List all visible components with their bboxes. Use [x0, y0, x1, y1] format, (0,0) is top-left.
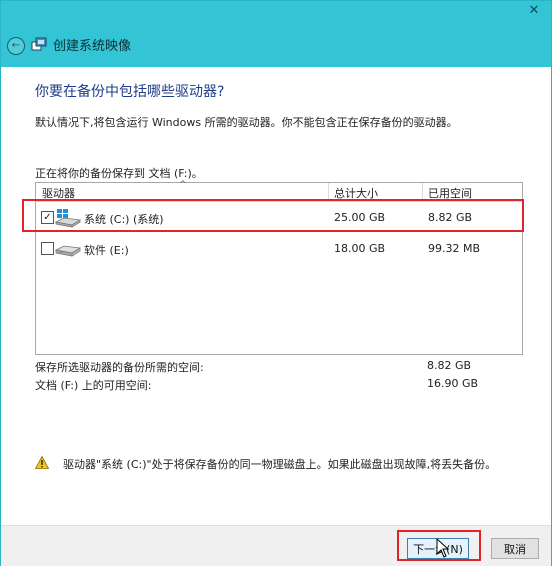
drive-total-size: 18.00 GB	[334, 242, 386, 255]
close-button[interactable]: ✕	[521, 1, 547, 21]
mouse-cursor-icon	[436, 538, 450, 558]
page-description: 默认情况下,将包含运行 Windows 所需的驱动器。你不能包含正在保存备份的驱…	[35, 116, 458, 129]
back-button[interactable]: ←	[7, 37, 25, 55]
required-space-label: 保存所选驱动器的备份所需的空间:	[35, 361, 204, 374]
drive-row-software[interactable]: 软件 (E:) 18.00 GB 99.32 MB	[36, 238, 522, 260]
warning-message: 驱动器"系统 (C:)"处于将保存备份的同一物理磁盘上。如果此磁盘出现故障,将丢…	[63, 458, 497, 471]
required-space-value: 8.82 GB	[427, 359, 472, 372]
selected-drive-highlight	[22, 199, 524, 232]
available-space-value: 16.90 GB	[427, 377, 479, 390]
sort-up-icon: ^	[179, 180, 187, 190]
backup-destination-text: 正在将你的备份保存到 文档 (F:)。	[35, 167, 203, 180]
drive-checkbox-software[interactable]	[41, 242, 54, 255]
available-space-label: 文档 (F:) 上的可用空间:	[35, 379, 152, 392]
cancel-button[interactable]: 取消	[491, 538, 539, 559]
wizard-content: 你要在备份中包括哪些驱动器? 默认情况下,将包含运行 Windows 所需的驱动…	[1, 67, 551, 525]
hard-drive-icon	[54, 245, 82, 257]
warning-icon	[35, 456, 49, 469]
drive-used-space: 99.32 MB	[428, 242, 481, 255]
backup-app-icon	[31, 37, 47, 51]
page-heading: 你要在备份中包括哪些驱动器?	[35, 84, 225, 100]
backup-wizard-window: ✕ ← 创建系统映像 你要在备份中包括哪些驱动器? 默认情况下,将包含运行 Wi…	[0, 0, 552, 566]
title-bar: ✕ ← 创建系统映像	[1, 1, 551, 67]
window-title: 创建系统映像	[53, 39, 132, 54]
drive-name: 软件 (E:)	[84, 244, 129, 257]
